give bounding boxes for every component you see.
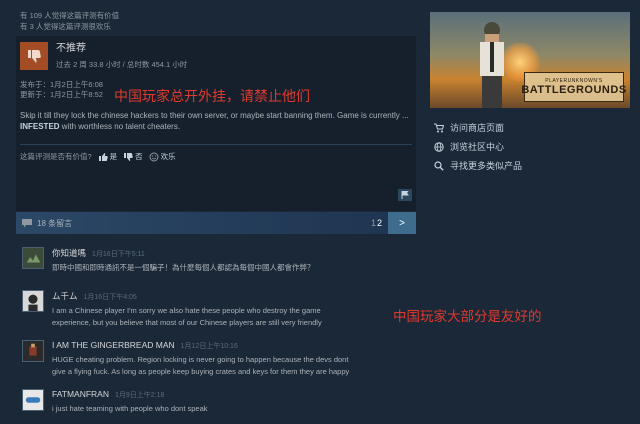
review-column: 有 109 人觉得这篇评测有价值 有 3 人觉得这篇评测很欢乐 不推荐 过去 2… bbox=[16, 10, 416, 211]
review-body: Skip it till they lock the chinese hacke… bbox=[20, 110, 412, 132]
cart-icon bbox=[434, 123, 444, 132]
avatar[interactable] bbox=[22, 389, 44, 411]
visit-store-label: 访问商店页面 bbox=[450, 123, 505, 133]
pager: 1 2 > bbox=[371, 212, 416, 234]
comments-count: 18 条留言 bbox=[37, 218, 73, 228]
thumbs-down-icon bbox=[20, 42, 48, 70]
find-similar-label: 寻找更多类似产品 bbox=[450, 161, 523, 171]
comment-date: 1月12日上午10:16 bbox=[180, 343, 238, 350]
vote-no-label: 否 bbox=[135, 152, 143, 161]
comment-text-line-1: I am a Chinese player I'm sorry we also … bbox=[52, 306, 321, 315]
comment-text-line-1: HUGE cheating problem. Region locking is… bbox=[52, 355, 349, 364]
soldier-figure bbox=[480, 22, 504, 108]
play-hours: 过去 2 周 33.8 小时 / 总时数 454.1 小时 bbox=[56, 60, 188, 69]
comment-text: 即時中國和即時通訊不是一個騙子！為什麼每個人都認為每個中國人都會作弊？ bbox=[52, 263, 315, 272]
comments-header[interactable]: 18 条留言 1 2 > bbox=[16, 212, 416, 234]
comment-date: 1月16日下午5:11 bbox=[92, 251, 145, 258]
divider bbox=[20, 144, 412, 145]
review-box: 不推荐 过去 2 周 33.8 小时 / 总时数 454.1 小时 发布于：1月… bbox=[16, 36, 416, 211]
review-body-suffix: with worthless no talent cheaters. bbox=[59, 122, 181, 131]
comment-text-line-2: experience, but you believe that most of… bbox=[52, 318, 322, 327]
vote-no-button[interactable]: 否 bbox=[123, 151, 143, 162]
comment-text: i just hate teaming with people who dont… bbox=[52, 404, 208, 413]
comment-icon bbox=[22, 218, 32, 227]
page-2-current[interactable]: 2 bbox=[377, 218, 382, 228]
comment-text-line-2: give a flying fuck. As long as people ke… bbox=[52, 367, 350, 376]
comment-author[interactable]: ム千ム bbox=[52, 290, 78, 302]
review-verdict[interactable]: 不推荐 bbox=[56, 42, 187, 55]
comment-author[interactable]: FATMANFRAN bbox=[52, 389, 109, 399]
comment-date: 1月9日上午2:18 bbox=[114, 392, 165, 399]
avatar[interactable] bbox=[22, 290, 44, 312]
report-flag-icon[interactable] bbox=[398, 189, 412, 201]
vote-prompt: 这篇评测是否有价值? bbox=[20, 152, 92, 161]
avatar[interactable] bbox=[22, 247, 44, 269]
game-logo: PLAYERUNKNOWN'S BATTLEGROUNDS bbox=[521, 72, 627, 102]
review-header: 不推荐 过去 2 周 33.8 小时 / 总时数 454.1 小时 bbox=[20, 42, 412, 70]
vote-funny-label: 欢乐 bbox=[160, 152, 176, 161]
vote-funny-button[interactable]: 欢乐 bbox=[149, 151, 176, 162]
comment-author[interactable]: I AM THE GINGERBREAD MAN bbox=[52, 340, 175, 350]
vote-yes-label: 是 bbox=[109, 152, 118, 161]
next-page-button[interactable]: > bbox=[388, 212, 416, 234]
community-hub-label: 浏览社区中心 bbox=[450, 142, 505, 152]
comment-item: FATMANFRAN 1月9日上午2:18 i just hate teaming… bbox=[22, 389, 422, 414]
review-body-prefix: Skip it till they lock the chinese hacke… bbox=[20, 111, 409, 120]
comment-item: ム千ム 1月16日下午4:05 I am a Chinese player I'm… bbox=[22, 290, 422, 328]
helpful-count: 有 109 人觉得这篇评测有价值 bbox=[20, 11, 120, 20]
community-hub-link[interactable]: 浏览社区中心 bbox=[434, 137, 630, 156]
thumbs-down-small-icon bbox=[124, 152, 133, 161]
vote-yes-button[interactable]: 是 bbox=[98, 151, 118, 162]
avatar[interactable] bbox=[22, 340, 44, 362]
game-sidebar: PLAYERUNKNOWN'S BATTLEGROUNDS 访问商店页面 浏览社… bbox=[430, 12, 630, 175]
search-icon bbox=[434, 160, 444, 171]
comment-item: 你知道嗎 1月16日下午5:11 即時中國和即時通訊不是一個騙子！為什麼每個人都認… bbox=[22, 247, 422, 273]
thumbs-up-icon bbox=[98, 152, 108, 161]
comment-date: 1月16日下午4:05 bbox=[83, 294, 137, 301]
funny-count: 有 3 人觉得这篇评测很欢乐 bbox=[20, 22, 111, 31]
review-body-bold: INFESTED bbox=[20, 122, 60, 131]
visit-store-link[interactable]: 访问商店页面 bbox=[434, 118, 630, 137]
game-banner[interactable]: PLAYERUNKNOWN'S BATTLEGROUNDS bbox=[430, 12, 630, 108]
find-similar-link[interactable]: 寻找更多类似产品 bbox=[434, 156, 630, 175]
game-logo-line-2: BATTLEGROUNDS bbox=[521, 84, 627, 96]
sidebar-links: 访问商店页面 浏览社区中心 寻找更多类似产品 bbox=[430, 118, 630, 175]
smiley-icon bbox=[149, 152, 159, 161]
comment-author[interactable]: 你知道嗎 bbox=[52, 247, 86, 259]
globe-icon bbox=[434, 141, 444, 152]
comment-item: I AM THE GINGERBREAD MAN 1月12日上午10:16 HUG… bbox=[22, 340, 422, 377]
vote-bar: 这篇评测是否有价值? 是 否 欢乐 bbox=[20, 151, 412, 162]
annotation-bottom: 中国玩家大部分是友好的 bbox=[393, 309, 542, 325]
annotation-top: 中国玩家总开外挂，请禁止他们 bbox=[114, 89, 310, 105]
page-1-link[interactable]: 1 bbox=[371, 218, 376, 228]
